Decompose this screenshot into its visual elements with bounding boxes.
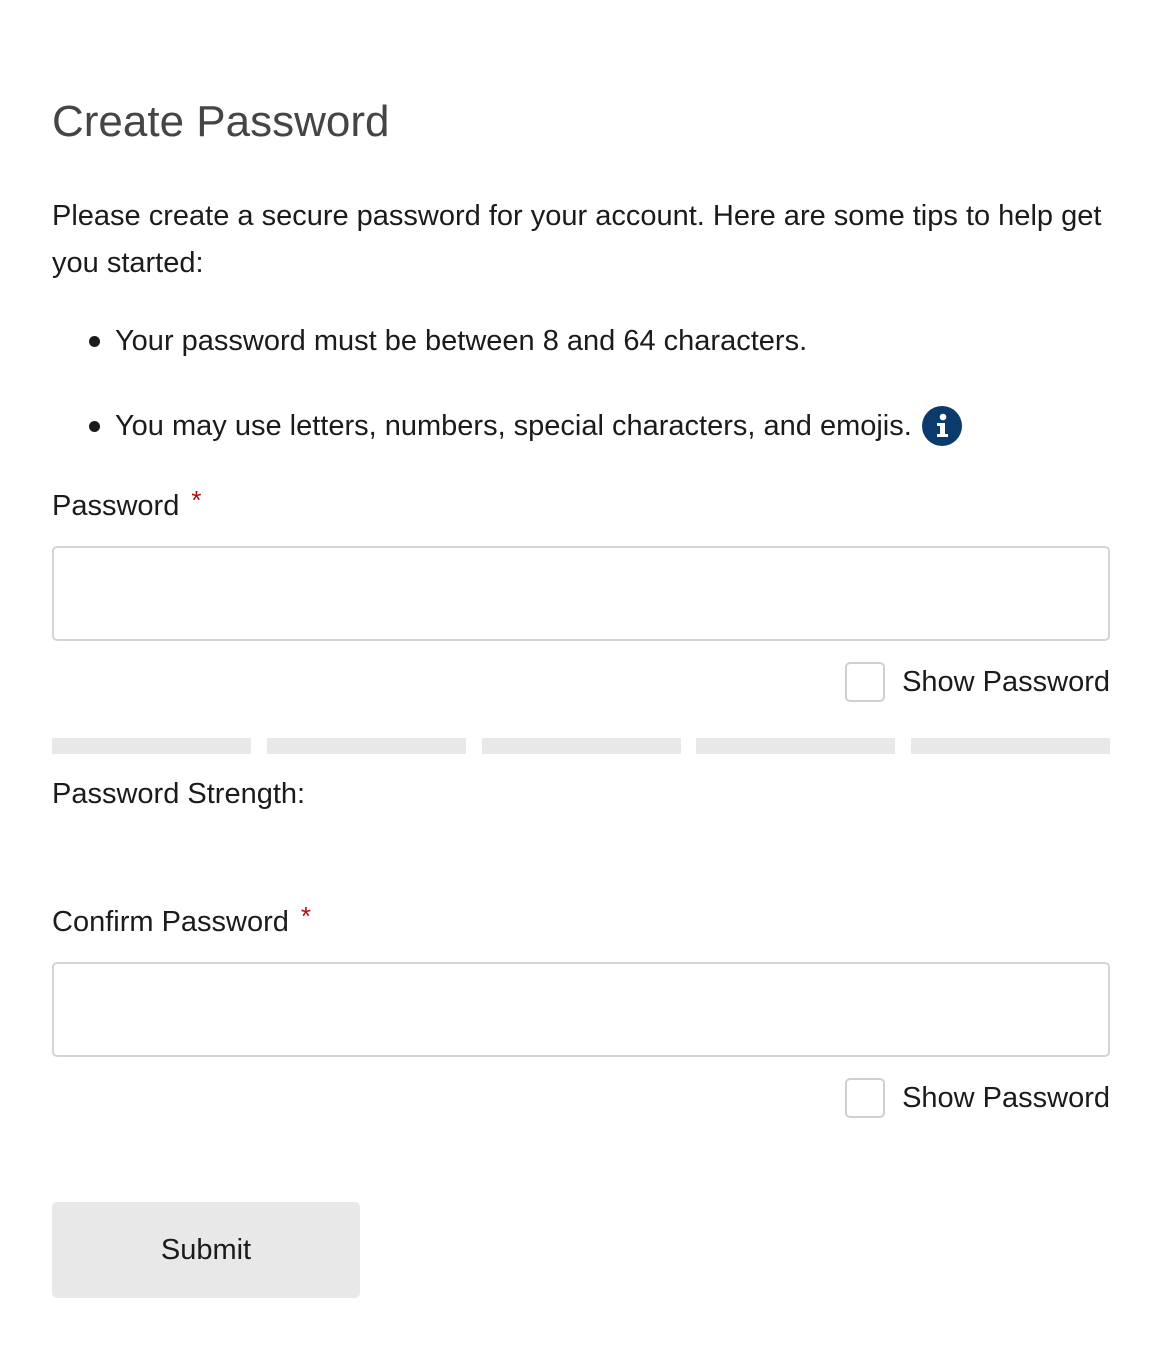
submit-button[interactable]: Submit — [52, 1202, 360, 1298]
strength-segment — [911, 738, 1110, 754]
strength-segment — [481, 738, 681, 754]
password-label-text: Password — [52, 490, 180, 522]
show-password-toggle[interactable]: Show Password — [845, 661, 1110, 703]
show-confirm-password-label[interactable]: Show Password — [902, 1078, 1110, 1118]
page-title: Create Password — [52, 97, 390, 146]
show-confirm-password-toggle[interactable]: Show Password — [845, 1077, 1110, 1119]
confirm-password-label: Confirm Password * — [52, 901, 312, 942]
tip-characters-text: You may use letters, numbers, special ch… — [115, 410, 912, 442]
show-password-label[interactable]: Show Password — [902, 662, 1110, 702]
bullet-icon — [89, 335, 100, 347]
bullet-icon — [89, 420, 100, 432]
password-label: Password * — [52, 485, 202, 526]
tip-characters: You may use letters, numbers, special ch… — [52, 406, 962, 446]
required-asterisk: * — [300, 901, 312, 931]
strength-segment — [266, 738, 466, 754]
password-input[interactable] — [52, 546, 1110, 641]
required-asterisk: * — [191, 485, 202, 515]
intro-text: Please create a secure password for your… — [52, 200, 1102, 279]
confirm-password-label-text: Confirm Password — [52, 906, 289, 938]
info-glyph — [936, 413, 948, 437]
confirm-password-input[interactable] — [52, 962, 1110, 1057]
show-password-checkbox[interactable] — [845, 662, 886, 702]
tip-length: Your password must be between 8 and 64 c… — [52, 321, 807, 361]
tip-length-text: Your password must be between 8 and 64 c… — [115, 325, 808, 357]
show-confirm-password-checkbox[interactable] — [845, 1078, 886, 1118]
password-strength-label: Password Strength: — [52, 778, 306, 810]
strength-segment — [52, 738, 251, 754]
strength-segment — [696, 738, 896, 754]
password-strength-meter — [52, 738, 1110, 754]
info-icon[interactable] — [921, 406, 962, 446]
